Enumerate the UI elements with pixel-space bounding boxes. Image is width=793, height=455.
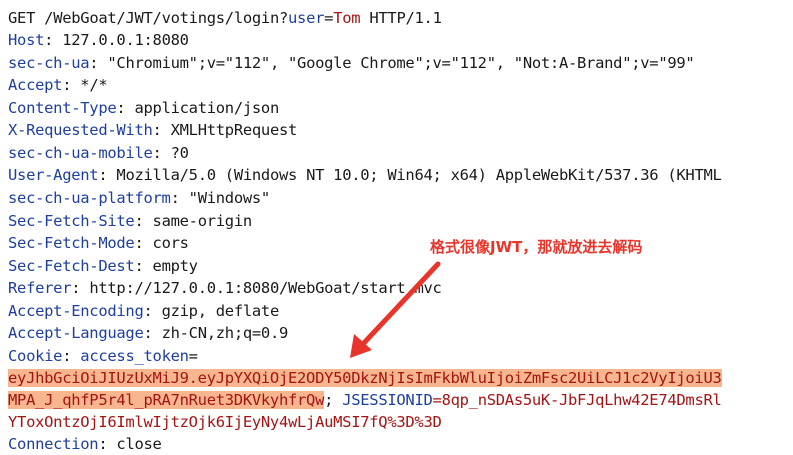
- header-value: application/json: [134, 98, 279, 117]
- cookie-token-line-1: eyJhbGciOiJIUzUxMiJ9.eyJpYXQiOjE2ODY50Dk…: [8, 367, 722, 389]
- cookie-token-line-2: MPA_J_qhfP5r4l_pRA7nRuet3DKVkyhfrQw; JSE…: [8, 389, 722, 411]
- header-name: sec-ch-ua-platform: [8, 188, 171, 207]
- header-value: "Windows": [188, 188, 271, 207]
- jwt-token-part-2[interactable]: MPA_J_qhfP5r4l_pRA7nRuet3DKVkyhfrQw: [8, 391, 324, 409]
- query-param-eq: =: [324, 9, 334, 27]
- header-line: X-Requested-With: XMLHttpRequest: [8, 119, 297, 141]
- header-name: Accept-Language: [8, 324, 144, 343]
- header-value: XMLHttpRequest: [170, 121, 298, 140]
- header-separator: :: [143, 324, 162, 343]
- header-separator: :: [134, 211, 153, 230]
- header-separator: :: [134, 256, 153, 275]
- header-separator: :: [170, 188, 189, 207]
- header-separator: :: [98, 166, 117, 185]
- request-path: /WebGoat/JWT/votings/login?: [44, 9, 289, 27]
- header-line: sec-ch-ua-mobile: ?0: [8, 142, 189, 164]
- header-name: Accept: [8, 76, 63, 95]
- header-value: http://127.0.0.1:8080/WebGoat/start.mvc: [89, 279, 442, 298]
- header-value: empty: [152, 256, 198, 275]
- request-protocol: HTTP/1.1: [360, 9, 442, 27]
- header-name: Content-Type: [8, 98, 117, 117]
- header-separator: :: [71, 279, 90, 298]
- header-name: Host: [8, 31, 45, 49]
- header-value: */*: [80, 76, 108, 95]
- connection-header-value: close: [116, 435, 162, 453]
- connection-header-name: Connection: [8, 435, 99, 453]
- header-separator: :: [152, 121, 171, 140]
- header-separator: :: [152, 143, 171, 162]
- header-name: Accept-Encoding: [8, 301, 144, 320]
- header-line: Accept-Encoding: gzip, deflate: [8, 300, 279, 322]
- query-param-name: user: [288, 9, 325, 27]
- cookie-access-token-eq: =: [188, 347, 198, 365]
- header-separator: :: [134, 234, 153, 253]
- cookie-header-line: Cookie: access_token=: [8, 347, 198, 365]
- header-name: Sec-Fetch-Dest: [8, 256, 135, 275]
- cookie-header-name: Cookie: [8, 347, 63, 365]
- header-value: 127.0.0.1:8080: [62, 31, 189, 49]
- header-name: sec-ch-ua-mobile: [8, 143, 153, 162]
- http-request-editor[interactable]: GET /WebGoat/JWT/votings/login?user=Tom …: [0, 0, 793, 453]
- header-name: X-Requested-With: [8, 121, 153, 140]
- header-line: Sec-Fetch-Site: same-origin: [8, 210, 252, 232]
- header-value: Mozilla/5.0 (Windows NT 10.0; Win64; x64…: [116, 166, 722, 185]
- request-line: GET /WebGoat/JWT/votings/login?user=Tom …: [8, 7, 442, 29]
- header-line: Host: 127.0.0.1:8080: [8, 29, 189, 51]
- cookie-jsessionid-name: JSESSIONID: [342, 391, 433, 409]
- query-param-value: Tom: [333, 9, 361, 27]
- header-value: cors: [152, 234, 189, 253]
- cookie-continuation: YToxOntzOjI6ImlwIjtzOjk6IjEyNy4wLjAuMSI7…: [8, 413, 442, 431]
- jwt-token-part-1[interactable]: eyJhbGciOiJIUzUxMiJ9.eyJpYXQiOjE2ODY50Dk…: [8, 369, 722, 387]
- header-name: sec-ch-ua: [8, 53, 90, 72]
- header-value: gzip, deflate: [161, 301, 280, 320]
- header-name: Sec-Fetch-Mode: [8, 234, 135, 253]
- header-line: Sec-Fetch-Dest: empty: [8, 255, 198, 277]
- cookie-jsessionid-value: =8qp_nSDAs5uK-JbFJqLhw42E74DmsRl: [432, 391, 722, 409]
- cookie-token-line-3: YToxOntzOjI6ImlwIjtzOjk6IjEyNy4wLjAuMSI7…: [8, 411, 442, 433]
- header-value: zh-CN,zh;q=0.9: [161, 324, 289, 343]
- header-value: ?0: [170, 143, 189, 162]
- header-line: User-Agent: Mozilla/5.0 (Windows NT 10.0…: [8, 164, 722, 186]
- header-separator: :: [89, 53, 108, 72]
- header-name: User-Agent: [8, 166, 99, 185]
- header-separator: :: [62, 76, 81, 95]
- annotation-note: 格式很像JWT，那就放进去解码: [430, 238, 643, 256]
- header-separator: :: [116, 98, 135, 117]
- header-line: sec-ch-ua: "Chromium";v="112", "Google C…: [8, 52, 695, 74]
- header-line: Referer: http://127.0.0.1:8080/WebGoat/s…: [8, 277, 442, 299]
- header-name: Referer: [8, 279, 72, 298]
- header-value: same-origin: [152, 211, 253, 230]
- cookie-access-token-name: access_token: [80, 347, 189, 365]
- header-line: Sec-Fetch-Mode: cors: [8, 232, 189, 254]
- header-value: "Chromium";v="112", "Google Chrome";v="1…: [107, 53, 695, 72]
- cookie-separator: ;: [324, 391, 343, 409]
- header-separator: :: [143, 301, 162, 320]
- header-line: Accept: */*: [8, 74, 108, 96]
- header-separator: :: [44, 31, 63, 49]
- header-line: Accept-Language: zh-CN,zh;q=0.9: [8, 322, 288, 344]
- header-line: Content-Type: application/json: [8, 97, 279, 119]
- header-name: Sec-Fetch-Site: [8, 211, 135, 230]
- connection-header-line: Connection: close: [8, 435, 162, 453]
- header-line: sec-ch-ua-platform: "Windows": [8, 187, 270, 209]
- request-method: GET: [8, 9, 36, 27]
